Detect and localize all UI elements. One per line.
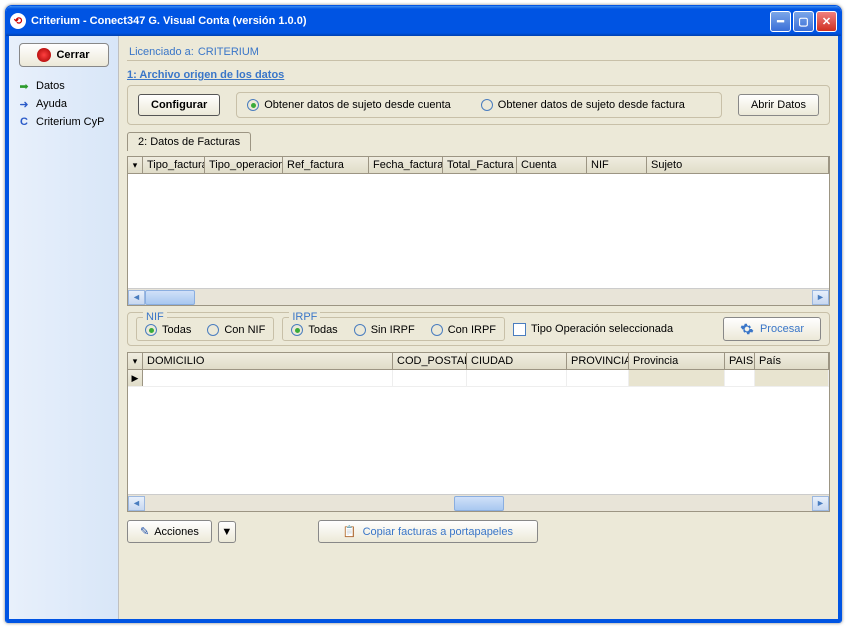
radio-desde-factura-label: Obtener datos de sujeto desde factura xyxy=(498,99,685,111)
filter-row: NIF Todas Con NIF IRPF Todas xyxy=(127,312,830,346)
grid-facturas-body[interactable] xyxy=(128,174,829,288)
criterium-icon: C xyxy=(17,115,31,129)
grid-domicilio-body[interactable]: ▶ xyxy=(128,370,829,494)
row-selector-header[interactable]: ▾ xyxy=(128,157,143,173)
col-pais-code[interactable]: PAIS xyxy=(725,353,755,369)
checkbox-tipo-operacion-label: Tipo Operación seleccionada xyxy=(531,323,673,335)
col-tipo-operacion[interactable]: Tipo_operacion xyxy=(205,157,283,173)
radio-irpf-sin[interactable] xyxy=(354,324,366,336)
hscrollbar[interactable]: ◄ ► xyxy=(128,288,829,305)
hscrollbar[interactable]: ◄ ► xyxy=(128,494,829,511)
col-total-factura[interactable]: Total_Factura xyxy=(443,157,517,173)
arrow-right-icon: ➡ xyxy=(17,79,31,93)
grid-facturas[interactable]: ▾ Tipo_factura Tipo_operacion Ref_factur… xyxy=(127,156,830,306)
minimize-button[interactable]: ━ xyxy=(770,11,791,32)
scroll-left-button[interactable]: ◄ xyxy=(128,496,145,511)
sidebar-item-datos[interactable]: ➡ Datos xyxy=(12,77,115,95)
scroll-left-button[interactable]: ◄ xyxy=(128,290,145,305)
copiar-label: Copiar facturas a portapapeles xyxy=(363,526,513,538)
section1: 1: Archivo origen de los datos Configura… xyxy=(127,67,830,125)
col-tipo-factura[interactable]: Tipo_factura xyxy=(143,157,205,173)
grid-domicilio[interactable]: ▾ DOMICILIO COD_POSTAL CIUDAD PROVINCIA … xyxy=(127,352,830,512)
radio-desde-cuenta-label: Obtener datos de sujeto desde cuenta xyxy=(264,99,451,111)
acciones-label: Acciones xyxy=(154,526,199,538)
abrir-datos-button[interactable]: Abrir Datos xyxy=(738,94,819,116)
col-provincia-name[interactable]: Provincia xyxy=(629,353,725,369)
maximize-button[interactable]: ▢ xyxy=(793,11,814,32)
sidebar-item-ayuda[interactable]: ➜ Ayuda xyxy=(12,95,115,113)
radio-desde-cuenta[interactable] xyxy=(247,99,259,111)
radio-irpf-con[interactable] xyxy=(431,324,443,336)
license-line: Licenciado a: CRITERIUM xyxy=(127,42,830,61)
sidebar-item-criterium-cyp[interactable]: C Criterium CyP xyxy=(12,113,115,131)
copiar-facturas-button[interactable]: 📋 Copiar facturas a portapapeles xyxy=(318,520,538,543)
radio-irpf-todas-label: Todas xyxy=(308,324,337,336)
clipboard-icon: 📋 xyxy=(343,525,357,538)
section1-title: 1: Archivo origen de los datos xyxy=(127,67,830,85)
pencil-icon: ✎ xyxy=(140,525,149,538)
radio-nif-con[interactable] xyxy=(207,324,219,336)
scroll-right-button[interactable]: ► xyxy=(812,290,829,305)
sidebar: Cerrar ➡ Datos ➜ Ayuda C Criterium CyP xyxy=(9,36,119,619)
close-button[interactable]: ✕ xyxy=(816,11,837,32)
nif-legend: NIF xyxy=(143,311,167,323)
radio-desde-factura[interactable] xyxy=(481,99,493,111)
row-marker[interactable]: ▶ xyxy=(128,370,143,386)
col-cod-postal[interactable]: COD_POSTAL xyxy=(393,353,467,369)
col-ref-factura[interactable]: Ref_factura xyxy=(283,157,369,173)
titlebar[interactable]: ⟲ Criterium - Conect347 G. Visual Conta … xyxy=(6,6,841,36)
tabs: 2: Datos de Facturas xyxy=(127,131,830,150)
filter-irpf: IRPF Todas Sin IRPF Con IRPF xyxy=(282,317,505,341)
radio-nif-con-label: Con NIF xyxy=(224,324,265,336)
radio-irpf-con-label: Con IRPF xyxy=(448,324,496,336)
tab-datos-facturas[interactable]: 2: Datos de Facturas xyxy=(127,132,251,151)
scroll-right-button[interactable]: ► xyxy=(812,496,829,511)
acciones-dropdown-button[interactable]: ▼ xyxy=(218,521,236,543)
scroll-thumb[interactable] xyxy=(454,496,504,511)
radio-irpf-todas[interactable] xyxy=(291,324,303,336)
license-name: CRITERIUM xyxy=(198,46,259,58)
license-prefix: Licenciado a: xyxy=(129,46,194,58)
help-icon: ➜ xyxy=(17,97,31,111)
radio-nif-todas[interactable] xyxy=(145,324,157,336)
window-title: Criterium - Conect347 G. Visual Conta (v… xyxy=(31,15,768,27)
radio-nif-todas-label: Todas xyxy=(162,324,191,336)
col-domicilio[interactable]: DOMICILIO xyxy=(143,353,393,369)
sidebar-item-label: Ayuda xyxy=(36,98,67,110)
col-sujeto[interactable]: Sujeto xyxy=(647,157,829,173)
procesar-label: Procesar xyxy=(760,323,804,335)
sidebar-item-label: Datos xyxy=(36,80,65,92)
acciones-button[interactable]: ✎ Acciones xyxy=(127,520,212,543)
col-cuenta[interactable]: Cuenta xyxy=(517,157,587,173)
filter-nif: NIF Todas Con NIF xyxy=(136,317,274,341)
power-icon xyxy=(37,48,51,62)
checkbox-tipo-operacion[interactable] xyxy=(513,323,526,336)
cerrar-button[interactable]: Cerrar xyxy=(19,43,109,67)
radio-irpf-sin-label: Sin IRPF xyxy=(371,324,415,336)
sidebar-item-label: Criterium CyP xyxy=(36,116,104,128)
col-nif[interactable]: NIF xyxy=(587,157,647,173)
configurar-button[interactable]: Configurar xyxy=(138,94,220,116)
row-selector-header[interactable]: ▾ xyxy=(128,353,143,369)
irpf-legend: IRPF xyxy=(289,311,320,323)
col-provincia-code[interactable]: PROVINCIA xyxy=(567,353,629,369)
procesar-button[interactable]: Procesar xyxy=(723,317,821,341)
col-ciudad[interactable]: CIUDAD xyxy=(467,353,567,369)
cerrar-label: Cerrar xyxy=(56,49,89,61)
bottom-toolbar: ✎ Acciones ▼ 📋 Copiar facturas a portapa… xyxy=(127,518,830,543)
col-fecha-factura[interactable]: Fecha_factura xyxy=(369,157,443,173)
app-icon: ⟲ xyxy=(10,13,26,29)
scroll-thumb[interactable] xyxy=(145,290,195,305)
gear-icon xyxy=(740,322,754,336)
col-pais-name[interactable]: País xyxy=(755,353,829,369)
